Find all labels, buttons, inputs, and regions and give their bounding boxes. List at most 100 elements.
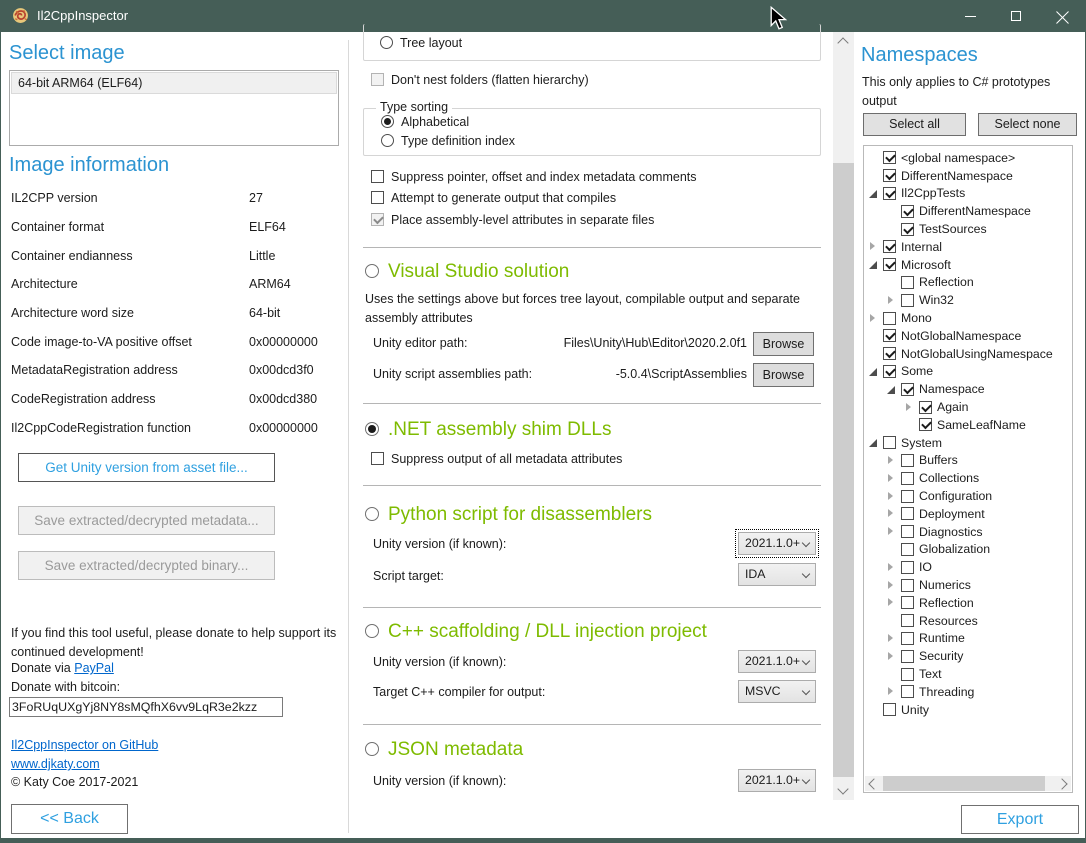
namespace-checkbox[interactable] [901, 276, 914, 289]
expander-closed-icon[interactable] [885, 525, 898, 538]
shim-dlls-section-header[interactable]: .NET assembly shim DLLs [365, 419, 612, 441]
paypal-link[interactable]: PayPal [74, 661, 114, 675]
namespace-checkbox[interactable] [883, 436, 896, 449]
namespace-checkbox[interactable] [901, 223, 914, 236]
script-target-select[interactable]: IDA [738, 563, 816, 586]
expander-closed-icon[interactable] [885, 561, 898, 574]
attempt-compile-option[interactable]: Attempt to generate output that compiles [371, 191, 616, 205]
namespace-checkbox[interactable] [883, 169, 896, 182]
namespace-checkbox[interactable] [901, 294, 914, 307]
alphabetical-option[interactable]: Alphabetical [381, 115, 469, 129]
namespace-checkbox[interactable] [901, 579, 914, 592]
tree-horizontal-scrollbar[interactable] [865, 776, 1071, 791]
namespace-checkbox[interactable] [901, 632, 914, 645]
namespace-checkbox[interactable] [901, 650, 914, 663]
namespace-checkbox[interactable] [901, 454, 914, 467]
namespace-checkbox[interactable] [901, 596, 914, 609]
suppress-comments-checkbox[interactable] [371, 170, 384, 183]
python-unity-version-select[interactable]: 2021.1.0+ [738, 532, 816, 555]
namespace-checkbox[interactable] [883, 151, 896, 164]
suppress-comments-option[interactable]: Suppress pointer, offset and index metad… [371, 170, 697, 184]
alphabetical-radio[interactable] [381, 115, 394, 128]
attempt-compile-checkbox[interactable] [371, 191, 384, 204]
namespace-checkbox[interactable] [883, 187, 896, 200]
namespace-checkbox[interactable] [883, 240, 896, 253]
expander-closed-icon[interactable] [885, 596, 898, 609]
namespace-checkbox[interactable] [883, 347, 896, 360]
expander-closed-icon[interactable] [867, 240, 880, 253]
cpp-section-header[interactable]: C++ scaffolding / DLL injection project [365, 621, 707, 643]
expander-closed-icon[interactable] [885, 294, 898, 307]
minimize-button[interactable] [947, 0, 993, 32]
json-radio[interactable] [365, 742, 379, 756]
browse-editor-button[interactable]: Browse [753, 332, 814, 356]
expander-closed-icon[interactable] [885, 579, 898, 592]
type-def-index-radio[interactable] [381, 134, 394, 147]
cpp-radio[interactable] [365, 624, 379, 638]
maximize-button[interactable] [993, 0, 1039, 32]
expander-open-icon[interactable] [867, 365, 880, 378]
expander-closed-icon[interactable] [867, 312, 880, 325]
export-button[interactable]: Export [961, 805, 1079, 834]
namespace-checkbox[interactable] [883, 312, 896, 325]
scroll-up-icon[interactable] [837, 37, 848, 48]
close-button[interactable] [1039, 0, 1085, 32]
namespace-checkbox[interactable] [901, 614, 914, 627]
namespace-checkbox[interactable] [901, 543, 914, 556]
visual-studio-section-header[interactable]: Visual Studio solution [365, 261, 569, 283]
unity-editor-path-value[interactable]: Files\Unity\Hub\Editor\2020.2.0f1 [523, 336, 747, 350]
suppress-metadata-option[interactable]: Suppress output of all metadata attribut… [371, 452, 622, 466]
browse-assemblies-button[interactable]: Browse [753, 363, 814, 387]
select-none-button[interactable]: Select none [978, 113, 1077, 136]
scroll-down-icon[interactable] [837, 783, 848, 794]
bitcoin-address-input[interactable] [9, 697, 283, 717]
namespace-checkbox[interactable] [901, 383, 914, 396]
namespace-checkbox[interactable] [883, 703, 896, 716]
expander-closed-icon[interactable] [885, 490, 898, 503]
suppress-metadata-checkbox[interactable] [371, 452, 384, 465]
namespace-checkbox[interactable] [901, 685, 914, 698]
get-unity-version-button[interactable]: Get Unity version from asset file... [18, 453, 275, 482]
tree-layout-option[interactable]: Tree layout [380, 36, 462, 50]
namespace-checkbox[interactable] [901, 525, 914, 538]
options-scrollbar[interactable] [833, 32, 854, 800]
script-assemblies-path-value[interactable]: -5.0.4\ScriptAssemblies [563, 367, 747, 381]
namespace-checkbox[interactable] [919, 401, 932, 414]
namespace-checkbox[interactable] [883, 258, 896, 271]
namespace-checkbox[interactable] [901, 472, 914, 485]
namespace-checkbox[interactable] [883, 365, 896, 378]
namespace-checkbox[interactable] [901, 205, 914, 218]
namespace-checkbox[interactable] [901, 668, 914, 681]
python-section-header[interactable]: Python script for disassemblers [365, 504, 652, 526]
namespace-checkbox[interactable] [901, 507, 914, 520]
namespace-checkbox[interactable] [919, 418, 932, 431]
expander-closed-icon[interactable] [903, 401, 916, 414]
shim-dlls-radio[interactable] [365, 422, 379, 436]
namespace-checkbox[interactable] [901, 561, 914, 574]
github-link[interactable]: Il2CppInspector on GitHub [11, 738, 158, 752]
scroll-left-icon[interactable] [868, 778, 879, 789]
namespace-checkbox[interactable] [901, 490, 914, 503]
namespace-checkbox[interactable] [883, 329, 896, 342]
expander-open-icon[interactable] [885, 383, 898, 396]
cpp-compiler-select[interactable]: MSVC [738, 680, 816, 703]
select-all-button[interactable]: Select all [863, 113, 966, 136]
image-list-item[interactable]: 64-bit ARM64 (ELF64) [11, 72, 337, 94]
scroll-right-icon[interactable] [1056, 778, 1067, 789]
scrollbar-thumb[interactable] [833, 163, 854, 777]
expander-open-icon[interactable] [867, 436, 880, 449]
expander-closed-icon[interactable] [885, 454, 898, 467]
expander-closed-icon[interactable] [885, 507, 898, 520]
tree-layout-radio[interactable] [380, 36, 393, 49]
json-section-header[interactable]: JSON metadata [365, 739, 523, 761]
image-listbox[interactable]: 64-bit ARM64 (ELF64) [9, 70, 339, 146]
back-button[interactable]: << Back [11, 804, 128, 834]
cpp-unity-version-select[interactable]: 2021.1.0+ [738, 650, 816, 673]
expander-open-icon[interactable] [867, 187, 880, 200]
json-unity-version-select[interactable]: 2021.1.0+ [738, 769, 816, 792]
scrollbar-thumb[interactable] [883, 776, 1045, 791]
python-radio[interactable] [365, 507, 379, 521]
expander-closed-icon[interactable] [885, 632, 898, 645]
expander-closed-icon[interactable] [885, 650, 898, 663]
expander-closed-icon[interactable] [885, 472, 898, 485]
